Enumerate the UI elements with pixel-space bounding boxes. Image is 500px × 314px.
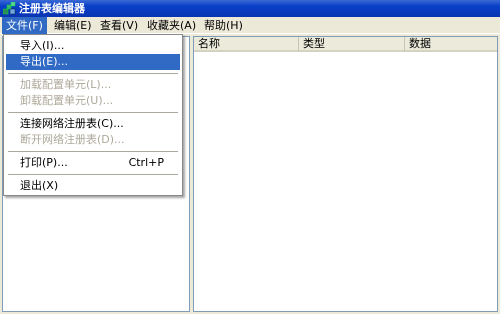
- menu-separator: [8, 151, 178, 152]
- menu-item-print[interactable]: 打印(P)... Ctrl+P: [6, 155, 180, 171]
- value-list-pane[interactable]: 名称 类型 数据: [193, 36, 498, 312]
- column-header-name[interactable]: 名称: [194, 37, 299, 52]
- menu-edit[interactable]: 编辑(E): [50, 17, 96, 34]
- regedit-icon: [3, 2, 16, 15]
- list-header: 名称 类型 数据: [194, 37, 497, 52]
- menu-item-exit[interactable]: 退出(X): [6, 178, 180, 194]
- column-header-data[interactable]: 数据: [405, 37, 497, 52]
- menu-separator: [8, 112, 178, 113]
- menu-item-load-hive[interactable]: 加载配置单元(L)...: [6, 77, 180, 93]
- menu-item-unload-hive[interactable]: 卸载配置单元(U)...: [6, 93, 180, 109]
- menu-view[interactable]: 查看(V): [96, 17, 142, 34]
- title-bar: 注册表编辑器: [0, 0, 500, 17]
- menu-item-print-shortcut: Ctrl+P: [128, 156, 164, 169]
- menu-item-connect-network-registry[interactable]: 连接网络注册表(C)...: [6, 116, 180, 132]
- menu-separator: [8, 174, 178, 175]
- menu-help[interactable]: 帮助(H): [200, 17, 247, 34]
- file-menu-dropdown: 导入(I)... 导出(E)... 加载配置单元(L)... 卸载配置单元(U)…: [3, 34, 183, 196]
- menu-file[interactable]: 文件(F): [2, 17, 47, 34]
- menu-item-disconnect-network-registry[interactable]: 断开网络注册表(D)...: [6, 132, 180, 148]
- menu-separator: [8, 73, 178, 74]
- menu-item-print-label: 打印(P)...: [20, 156, 68, 169]
- menu-item-export[interactable]: 导出(E)...: [6, 54, 180, 70]
- menu-bar: 文件(F) 编辑(E) 查看(V) 收藏夹(A) 帮助(H): [0, 17, 500, 34]
- menu-favorites[interactable]: 收藏夹(A): [143, 17, 200, 34]
- menu-item-import[interactable]: 导入(I)...: [6, 38, 180, 54]
- column-header-type[interactable]: 类型: [299, 37, 405, 52]
- window-title: 注册表编辑器: [19, 2, 85, 15]
